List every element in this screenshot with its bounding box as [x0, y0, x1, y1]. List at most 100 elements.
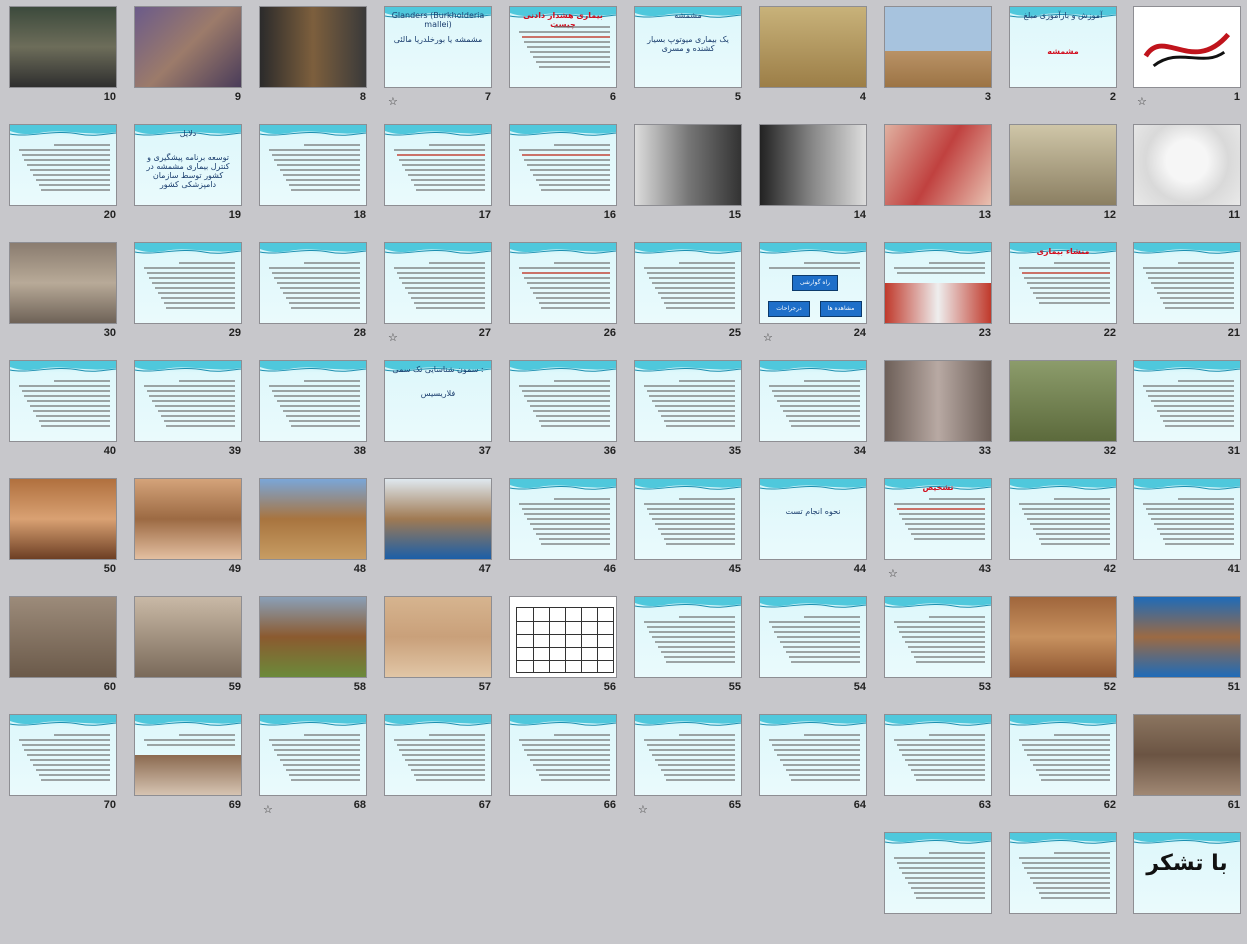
- slide-preview[interactable]: Glanders (Burkholderia mallei) مشمشه یا ب…: [384, 6, 492, 88]
- slide-thumbnail[interactable]: 18: [253, 118, 378, 236]
- slide-thumbnail[interactable]: 38: [253, 354, 378, 472]
- slide-thumbnail[interactable]: 29: [128, 236, 253, 354]
- slide-preview[interactable]: [884, 832, 992, 914]
- slide-preview[interactable]: [759, 6, 867, 88]
- slide-thumbnail[interactable]: 54: [753, 590, 878, 708]
- slide-preview[interactable]: [634, 596, 742, 678]
- slide-preview[interactable]: [884, 360, 992, 442]
- slide-thumbnail[interactable]: 10: [3, 0, 128, 118]
- slide-preview[interactable]: [1133, 242, 1241, 324]
- slide-preview[interactable]: دلایل توسعه برنامه پیشگیری و کنترل بیماری…: [134, 124, 242, 206]
- slide-preview[interactable]: [1133, 478, 1241, 560]
- slide-thumbnail[interactable]: 3: [878, 0, 1003, 118]
- slide-preview[interactable]: [384, 596, 492, 678]
- transition-star-icon[interactable]: ☆: [388, 96, 398, 107]
- slide-thumbnail[interactable]: 36: [503, 354, 628, 472]
- slide-thumbnail[interactable]: 50: [3, 472, 128, 590]
- slide-preview[interactable]: [134, 360, 242, 442]
- slide-preview[interactable]: مشمشه یک بیماری میوتوپ بسیار کشنده و مسری: [634, 6, 742, 88]
- slide-thumbnail[interactable]: 61: [1127, 708, 1247, 826]
- slide-preview[interactable]: [884, 714, 992, 796]
- slide-thumbnail[interactable]: 62: [1003, 708, 1128, 826]
- slide-preview[interactable]: [509, 714, 617, 796]
- slide-preview[interactable]: [1009, 832, 1117, 914]
- slide-preview[interactable]: [9, 242, 117, 324]
- slide-thumbnail[interactable]: 26: [503, 236, 628, 354]
- transition-star-icon[interactable]: ☆: [388, 332, 398, 343]
- slide-preview[interactable]: [9, 596, 117, 678]
- slide-preview[interactable]: با تشکر: [1133, 832, 1241, 914]
- slide-thumbnail[interactable]: سمون شناسایی تک سمی : فلاریسیس 37: [378, 354, 503, 472]
- slide-thumbnail[interactable]: 46: [503, 472, 628, 590]
- slide-thumbnail[interactable]: تشخیص 43 ☆: [878, 472, 1003, 590]
- slide-preview[interactable]: راه گوارشی درجراحات مشاهده ها: [759, 242, 867, 324]
- slide-thumbnail[interactable]: [878, 826, 1003, 944]
- slide-preview[interactable]: [1009, 478, 1117, 560]
- slide-preview[interactable]: [509, 124, 617, 206]
- slide-thumbnail[interactable]: 23: [878, 236, 1003, 354]
- slide-thumbnail[interactable]: 14: [753, 118, 878, 236]
- slide-thumbnail[interactable]: مشمشه یک بیماری میوتوپ بسیار کشنده و مسری…: [628, 0, 753, 118]
- transition-star-icon[interactable]: ☆: [263, 804, 273, 815]
- slide-preview[interactable]: بیماری هشدار دادنی چیست: [509, 6, 617, 88]
- slide-preview[interactable]: [884, 6, 992, 88]
- slide-thumbnail[interactable]: 16: [503, 118, 628, 236]
- slide-preview[interactable]: [384, 242, 492, 324]
- slide-thumbnail[interactable]: 51: [1127, 590, 1247, 708]
- slide-preview[interactable]: [1133, 714, 1241, 796]
- slide-preview[interactable]: [509, 478, 617, 560]
- slide-preview[interactable]: منشاء بیماری: [1009, 242, 1117, 324]
- slide-thumbnail[interactable]: 8: [253, 0, 378, 118]
- slide-thumbnail[interactable]: 55: [628, 590, 753, 708]
- slide-preview[interactable]: آموزش و بازآموزی مبلغ مشمشه: [1009, 6, 1117, 88]
- slide-preview[interactable]: [1133, 596, 1241, 678]
- slide-preview[interactable]: [1133, 124, 1241, 206]
- slide-preview[interactable]: [9, 714, 117, 796]
- slide-thumbnail[interactable]: راه گوارشی درجراحات مشاهده ها 24 ☆: [753, 236, 878, 354]
- slide-thumbnail[interactable]: بیماری هشدار دادنی چیست 6: [503, 0, 628, 118]
- slide-thumbnail[interactable]: 41: [1127, 472, 1247, 590]
- slide-preview[interactable]: [1009, 360, 1117, 442]
- slide-preview[interactable]: [9, 478, 117, 560]
- slide-thumbnail[interactable]: 1 ☆: [1127, 0, 1247, 118]
- slide-preview[interactable]: [1009, 714, 1117, 796]
- slide-thumbnail[interactable]: 13: [878, 118, 1003, 236]
- slide-thumbnail[interactable]: 42: [1003, 472, 1128, 590]
- slide-thumbnail[interactable]: 47: [378, 472, 503, 590]
- slide-preview[interactable]: [759, 714, 867, 796]
- slide-preview[interactable]: [259, 714, 367, 796]
- slide-thumbnail[interactable]: 40: [3, 354, 128, 472]
- slide-preview[interactable]: [1009, 596, 1117, 678]
- slide-thumbnail[interactable]: دلایل توسعه برنامه پیشگیری و کنترل بیماری…: [128, 118, 253, 236]
- slide-preview[interactable]: [259, 242, 367, 324]
- slide-preview[interactable]: [634, 714, 742, 796]
- slide-thumbnail[interactable]: 64: [753, 708, 878, 826]
- slide-preview[interactable]: [884, 242, 992, 324]
- slide-thumbnail[interactable]: 4: [753, 0, 878, 118]
- slide-preview[interactable]: [384, 478, 492, 560]
- slide-preview[interactable]: [259, 124, 367, 206]
- slide-thumbnail[interactable]: [1003, 826, 1128, 944]
- slide-thumbnail[interactable]: 35: [628, 354, 753, 472]
- slide-preview[interactable]: [509, 360, 617, 442]
- slide-thumbnail[interactable]: 68 ☆: [253, 708, 378, 826]
- slide-preview[interactable]: [634, 360, 742, 442]
- slide-preview[interactable]: [134, 596, 242, 678]
- slide-thumbnail[interactable]: 11: [1127, 118, 1247, 236]
- slide-thumbnail[interactable]: 25: [628, 236, 753, 354]
- slide-thumbnail[interactable]: منشاء بیماری 22: [1003, 236, 1128, 354]
- slide-preview[interactable]: [759, 596, 867, 678]
- slide-preview[interactable]: [259, 478, 367, 560]
- slide-thumbnail[interactable]: 39: [128, 354, 253, 472]
- slide-thumbnail[interactable]: 56: [503, 590, 628, 708]
- slide-preview[interactable]: [634, 478, 742, 560]
- slide-preview[interactable]: [884, 124, 992, 206]
- slide-thumbnail[interactable]: 69: [128, 708, 253, 826]
- slide-thumbnail[interactable]: آموزش و بازآموزی مبلغ مشمشه 2: [1003, 0, 1128, 118]
- slide-thumbnail[interactable]: 66: [503, 708, 628, 826]
- slide-thumbnail[interactable]: 17: [378, 118, 503, 236]
- slide-thumbnail[interactable]: 57: [378, 590, 503, 708]
- transition-star-icon[interactable]: ☆: [1137, 96, 1147, 107]
- slide-thumbnail[interactable]: 20: [3, 118, 128, 236]
- slide-thumbnail[interactable]: 65 ☆: [628, 708, 753, 826]
